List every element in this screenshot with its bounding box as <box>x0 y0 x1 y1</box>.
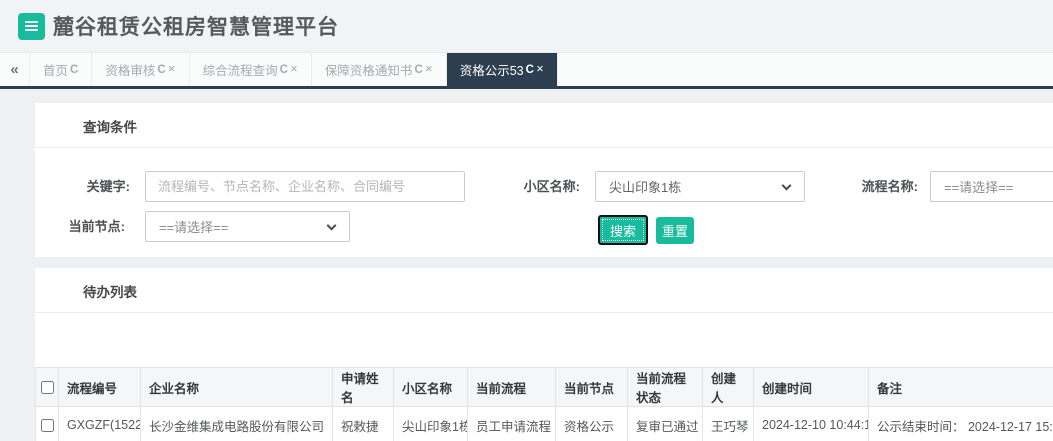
chevron-down-icon <box>781 180 792 191</box>
tab-process-query[interactable]: 综合流程查询 C ✕ <box>190 53 312 86</box>
col-header-process-no: 流程编号 <box>58 367 141 407</box>
tab-home[interactable]: 首页 C <box>30 53 93 86</box>
close-icon[interactable]: ✕ <box>536 64 544 75</box>
refresh-icon[interactable]: C <box>526 64 534 76</box>
todo-panel-title: 待办列表 <box>35 268 1053 313</box>
table-header-row: 流程编号 企业名称 申请姓名 小区名称 当前流程 当前节点 当前流程状态 创建人… <box>35 367 1053 407</box>
close-icon[interactable]: ✕ <box>425 64 433 75</box>
cell-node: 资格公示 <box>555 406 628 441</box>
tab-qualification-review[interactable]: 资格审核 C ✕ <box>92 53 190 86</box>
tab-label: 首页 <box>43 64 69 78</box>
col-header-flow: 当前流程 <box>467 367 556 407</box>
query-panel-title: 查询条件 <box>35 103 1053 148</box>
col-header-node: 当前节点 <box>555 367 628 407</box>
community-select-value: 尖山印象1栋 <box>609 180 682 195</box>
todo-panel: 待办列表 流程编号 企业名称 申请姓名 小区名称 当前流程 当前节点 当前流程状… <box>35 268 1053 441</box>
double-chevron-left-icon: « <box>10 61 19 78</box>
refresh-icon[interactable]: C <box>157 64 165 76</box>
process-name-label: 流程名称: <box>861 179 918 194</box>
col-header-company: 企业名称 <box>140 367 333 407</box>
tab-qualification-publicity-active[interactable]: 资格公示53 C ✕ <box>446 53 558 86</box>
tab-label: 保障资格通知书 <box>324 64 413 78</box>
tab-guarantee-notice[interactable]: 保障资格通知书 C ✕ <box>312 53 447 86</box>
process-name-select[interactable]: ==请选择== <box>930 171 1053 202</box>
cell-remark: 公示结束时间： 2024-12-17 15:50:09 <box>868 406 1053 441</box>
keyword-input[interactable] <box>145 171 465 202</box>
todo-table: 流程编号 企业名称 申请姓名 小区名称 当前流程 当前节点 当前流程状态 创建人… <box>35 367 1053 441</box>
app-window: 麓谷租赁公租房智慧管理平台 « 首页 C 资格审核 C ✕ 综合流程查询 C ✕… <box>0 0 1053 441</box>
hamburger-menu-icon <box>25 21 38 31</box>
community-label: 小区名称: <box>523 179 580 194</box>
tab-label: 资格公示53 <box>459 64 524 78</box>
process-name-select-value: ==请选择== <box>944 180 1014 195</box>
cell-creator: 王巧琴 <box>702 406 754 441</box>
app-header: 麓谷租赁公租房智慧管理平台 <box>0 0 1053 53</box>
table-row[interactable]: GXGZF(15224) 长沙金维集成电路股份有限公司 祝敕捷 尖山印象1栋 员… <box>35 406 1053 441</box>
cell-process-no: GXGZF(15224) <box>58 406 141 441</box>
collapse-tabs-button[interactable]: « <box>0 53 30 86</box>
cell-applicant: 祝敕捷 <box>332 406 394 441</box>
tab-label: 综合流程查询 <box>202 64 278 78</box>
menu-button[interactable] <box>18 12 45 40</box>
tab-bar: « 首页 C 资格审核 C ✕ 综合流程查询 C ✕ 保障资格通知书 C ✕ 资… <box>0 53 1053 89</box>
current-node-select[interactable]: ==请选择== <box>145 211 350 242</box>
row-checkbox[interactable] <box>40 419 54 433</box>
select-all-checkbox[interactable] <box>40 381 54 395</box>
keyword-label: 关键字: <box>86 179 130 194</box>
close-icon[interactable]: ✕ <box>290 64 298 75</box>
cell-community: 尖山印象1栋 <box>393 406 468 441</box>
col-header-community: 小区名称 <box>393 367 468 407</box>
current-node-select-value: ==请选择== <box>159 220 229 235</box>
query-panel: 查询条件 关键字: 小区名称: 尖山印象1栋 流程名称: ==请选择== 当前节… <box>35 103 1053 257</box>
current-node-label: 当前节点: <box>68 219 125 234</box>
refresh-icon[interactable]: C <box>414 64 422 76</box>
content-area: 查询条件 关键字: 小区名称: 尖山印象1栋 流程名称: ==请选择== 当前节… <box>0 89 1053 441</box>
reset-button[interactable]: 重置 <box>656 217 694 244</box>
search-button[interactable]: 搜索 <box>598 215 648 245</box>
refresh-icon[interactable]: C <box>280 64 288 76</box>
community-select[interactable]: 尖山印象1栋 <box>595 171 805 202</box>
cell-created-at: 2024-12-10 10:44:11 <box>753 406 869 441</box>
app-title: 麓谷租赁公租房智慧管理平台 <box>53 16 339 39</box>
cell-flow: 员工申请流程 <box>467 406 556 441</box>
refresh-icon[interactable]: C <box>70 64 78 76</box>
tab-label: 资格审核 <box>105 64 156 78</box>
close-icon[interactable]: ✕ <box>168 64 176 75</box>
col-header-creator: 创建人 <box>702 367 754 407</box>
cell-company: 长沙金维集成电路股份有限公司 <box>140 406 333 441</box>
cell-status: 复审已通过 <box>627 406 703 441</box>
col-header-created-at: 创建时间 <box>753 367 869 407</box>
col-header-applicant: 申请姓名 <box>332 367 394 407</box>
col-header-status: 当前流程状态 <box>627 367 703 407</box>
chevron-down-icon <box>326 220 337 231</box>
col-header-remark: 备注 <box>868 367 1053 407</box>
